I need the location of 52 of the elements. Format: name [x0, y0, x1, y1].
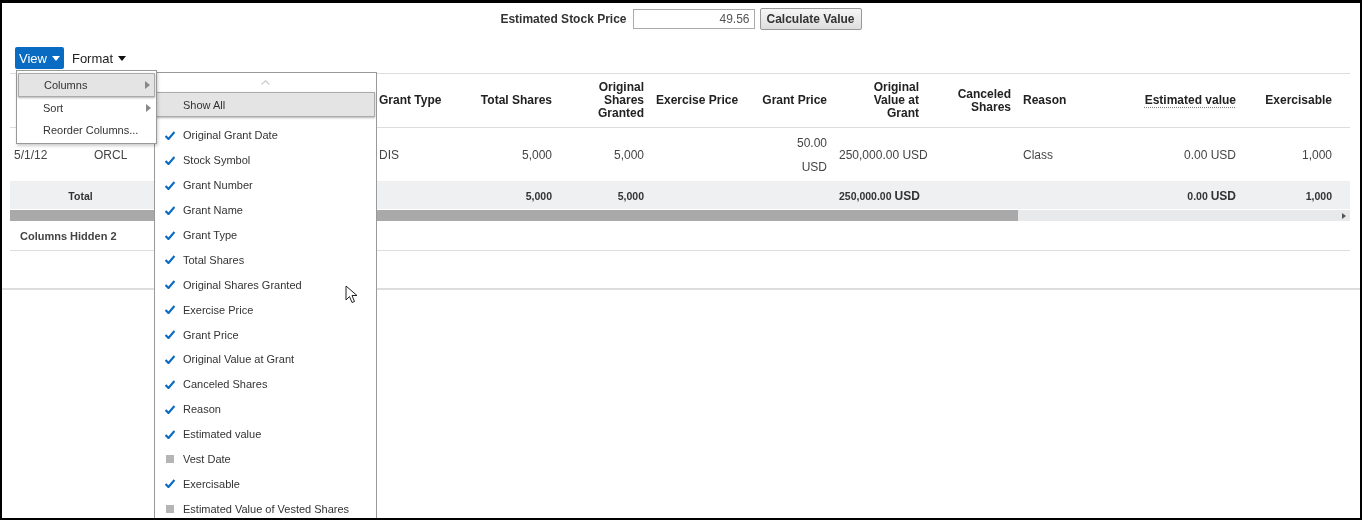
column-header[interactable]: Exercisable	[1244, 94, 1340, 107]
menu-item[interactable]: Show All	[156, 92, 375, 117]
menu-button[interactable]: Format	[67, 47, 131, 69]
table-cell-text: 50.00 USD	[795, 134, 828, 176]
menu-item[interactable]: Exercise Price	[155, 297, 376, 323]
total-cell-text: 0.00 USD	[1186, 188, 1237, 203]
column-header[interactable]: Total Shares	[460, 94, 560, 107]
column-header[interactable]: Grant Type	[375, 94, 460, 107]
menu-item[interactable]: Original Grant Date	[155, 123, 376, 148]
menu-item[interactable]: Total Shares	[155, 247, 376, 273]
column-header[interactable]: Estimated value	[1100, 94, 1244, 107]
menu-item[interactable]: Grant Number	[155, 172, 376, 198]
menu-item[interactable]: Canceled Shares	[155, 371, 376, 397]
column-header[interactable]: Exercise Price	[652, 94, 745, 107]
menu-item[interactable]: Estimated Value of Vested Shares	[155, 496, 376, 518]
table-cell-text: 0.00 USD	[1182, 146, 1237, 164]
menu-item[interactable]: Original Shares Granted	[155, 272, 376, 298]
table-cell-text: DIS	[378, 146, 400, 164]
menu-item[interactable]: Original Value at Grant	[155, 347, 376, 372]
total-cell-text: Total	[67, 189, 94, 202]
menu-item[interactable]: Exercisable	[155, 471, 376, 497]
menu-item[interactable]: Grant Name	[155, 197, 376, 223]
table-cell-text: Class	[1022, 146, 1054, 164]
table-cell-text: 5,000	[520, 146, 553, 164]
table-cell-text: 250,000.00 USD	[838, 146, 927, 164]
column-header[interactable]: Grant Price	[745, 94, 835, 107]
menu-item[interactable]: Grant Type	[155, 222, 376, 248]
total-cell-text: 5,000	[524, 189, 553, 202]
total-cell-text: 5,000	[616, 189, 645, 202]
menu-item[interactable]: Estimated value	[155, 421, 376, 447]
menu-item[interactable]: Stock Symbol	[155, 147, 376, 173]
table-cell-text: ORCL	[93, 146, 129, 164]
menu-item[interactable]: Reorder Columns...	[18, 119, 155, 141]
menu-button[interactable]: View	[15, 47, 64, 69]
menu-item[interactable]: Grant Price	[155, 322, 376, 347]
menu-item[interactable]: Columns	[18, 73, 155, 97]
column-header[interactable]: Original Shares Granted	[560, 81, 652, 120]
table-cell-text: 5,000	[612, 146, 645, 164]
total-cell-text: 250,000.00 USD	[838, 188, 921, 203]
total-cell-text: 1,000	[1304, 189, 1333, 202]
calculate-button[interactable]: Calculate Value	[759, 8, 862, 30]
table-cell-text: 1,000	[1300, 146, 1333, 164]
stock-price-field[interactable]: 49.56	[632, 9, 755, 29]
column-header[interactable]: Reason	[1019, 94, 1100, 107]
hidden-columns-label: Columns Hidden 2	[20, 230, 117, 242]
field-label: Estimated Stock Price	[500, 12, 627, 26]
menu-item[interactable]: Sort	[18, 97, 155, 119]
menu-item[interactable]: Vest Date	[155, 446, 376, 472]
column-header[interactable]: Canceled Shares	[927, 87, 1019, 114]
menu-item[interactable]: Reason	[155, 396, 376, 422]
table-cell-text: 5/1/12	[13, 146, 49, 164]
column-header[interactable]: Original Value at Grant	[835, 81, 927, 120]
